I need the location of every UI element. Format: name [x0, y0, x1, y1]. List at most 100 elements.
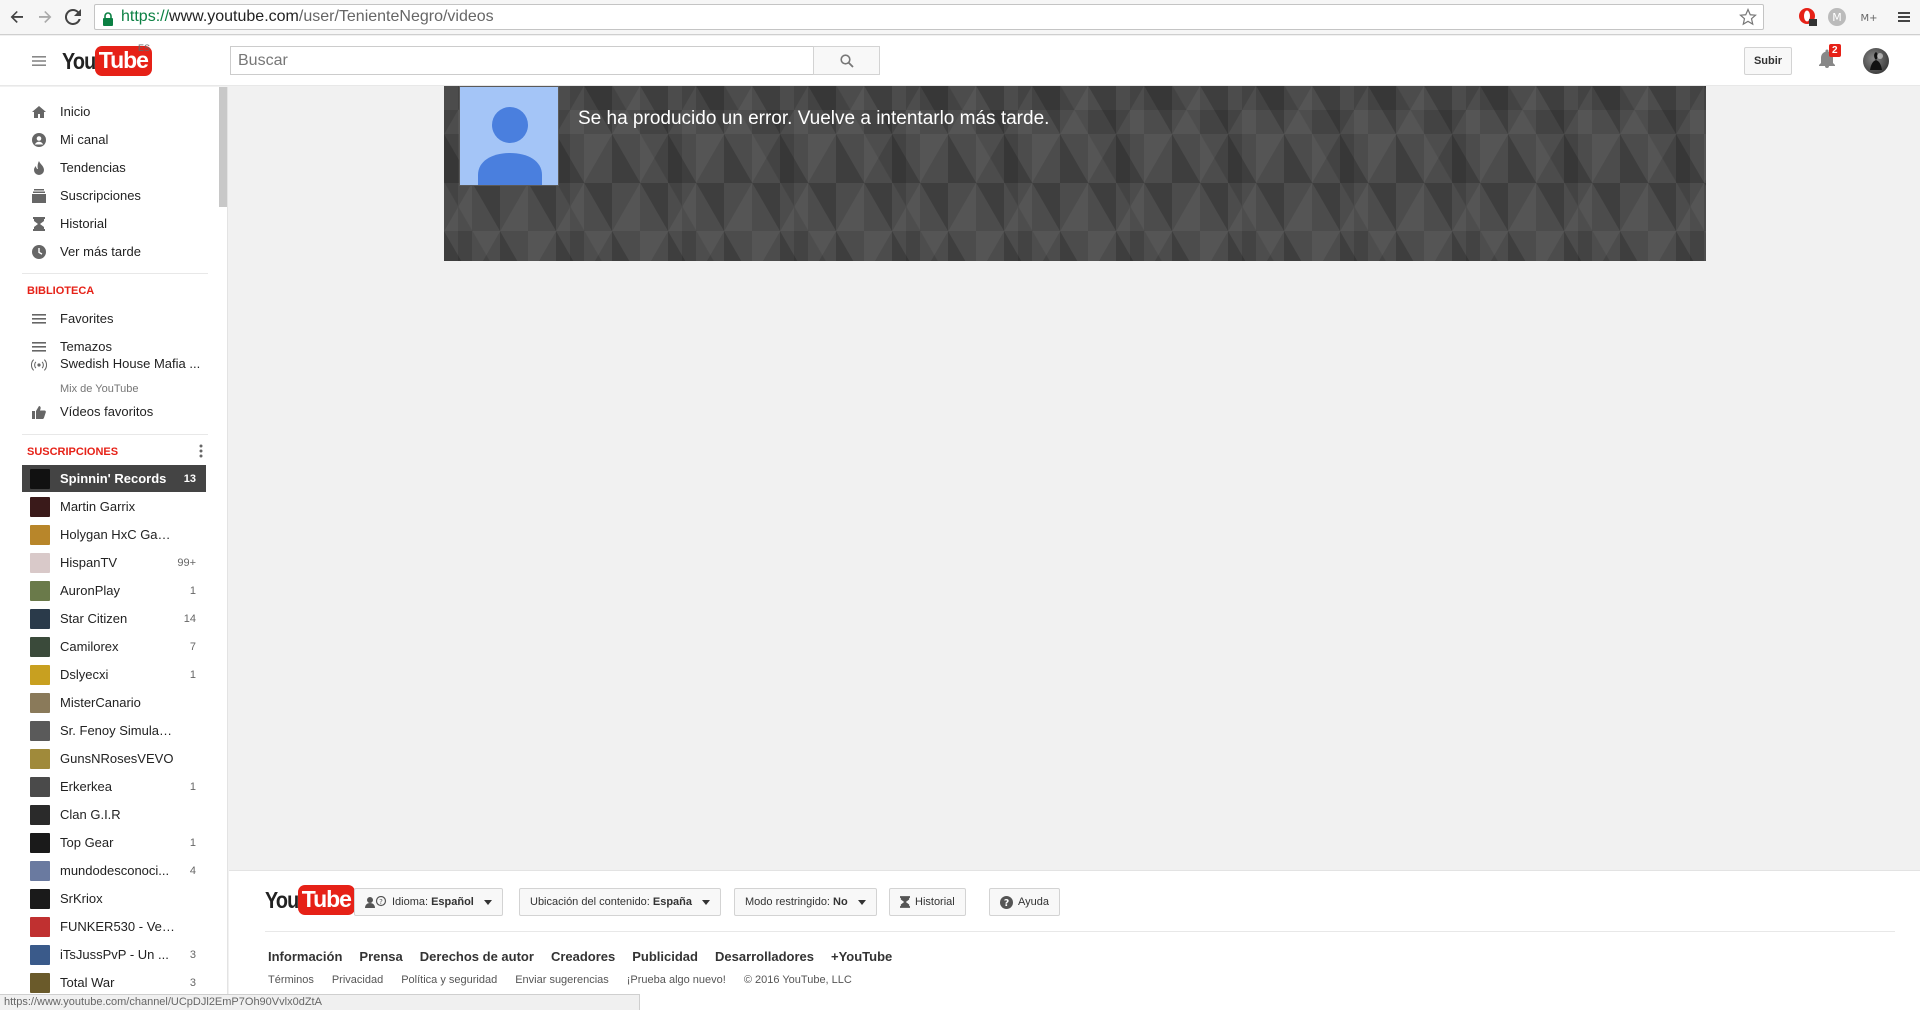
- channel-thumbnail: [30, 580, 50, 601]
- footer-youtube-logo[interactable]: You Tube: [265, 885, 355, 915]
- subscription-item[interactable]: Top Gear 1: [22, 829, 206, 856]
- channel-thumbnail: [30, 720, 50, 741]
- footer-help-button[interactable]: ? Ayuda: [989, 888, 1060, 916]
- footer-link-sugerencias[interactable]: Enviar sugerencias: [515, 974, 609, 986]
- footer-link-terminos[interactable]: Términos: [268, 974, 314, 986]
- sidebar-item-tendencias[interactable]: Tendencias: [22, 154, 206, 181]
- subscription-item[interactable]: mundodesconoci... 4: [22, 857, 206, 884]
- subscription-item[interactable]: iTsJussPvP - Un ... 3: [22, 941, 206, 968]
- footer-link-desarrolladores[interactable]: Desarrolladores: [715, 949, 814, 964]
- channel-avatar[interactable]: [459, 86, 559, 186]
- url-protocol: https://: [121, 8, 170, 25]
- channel-thumbnail: [30, 832, 50, 853]
- youtube-masthead: You Tube ES Buscar Subir 2: [0, 36, 1920, 86]
- youtube-logo[interactable]: You Tube ES: [62, 43, 152, 78]
- forward-button[interactable]: [34, 6, 56, 28]
- footer-logo-tube-text: Tube: [297, 885, 355, 915]
- footer-link-creadores[interactable]: Creadores: [551, 949, 615, 964]
- m-extension-icon[interactable]: M: [1827, 7, 1847, 27]
- subscription-item[interactable]: AuronPlay 1: [22, 577, 206, 604]
- subscription-label: Top Gear: [60, 835, 114, 850]
- subscription-item[interactable]: SrKriox: [22, 885, 206, 912]
- channel-thumbnail: [30, 692, 50, 713]
- address-bar[interactable]: https://www.youtube.com/user/TenienteNeg…: [94, 4, 1764, 30]
- upload-button[interactable]: Subir: [1744, 47, 1792, 75]
- footer-link-derechos[interactable]: Derechos de autor: [420, 949, 534, 964]
- restricted-mode-button[interactable]: Modo restringido: No: [734, 888, 877, 916]
- subscription-item[interactable]: Holygan HxC Gaming: [22, 521, 206, 548]
- subscription-label: Dslyecxi: [60, 667, 109, 682]
- sidebar-divider: [22, 434, 208, 435]
- default-user-icon: [478, 107, 542, 185]
- subscription-item[interactable]: Spinnin' Records 13: [22, 465, 206, 492]
- bookmark-star-icon[interactable]: [1739, 7, 1757, 29]
- sidebar-item-suscripciones[interactable]: Suscripciones: [22, 182, 206, 209]
- subscription-item[interactable]: Camilorex 7: [22, 633, 206, 660]
- subscription-item[interactable]: Clan G.I.R: [22, 801, 206, 828]
- subscription-item[interactable]: Total War 3: [22, 969, 206, 996]
- subscription-item[interactable]: Erkerkea 1: [22, 773, 206, 800]
- subscriptions-heading[interactable]: SUSCRIPCIONES: [27, 446, 118, 458]
- flame-icon: [31, 160, 47, 176]
- subscription-count: 99+: [177, 556, 196, 569]
- search-icon: [839, 53, 854, 68]
- back-button[interactable]: [6, 6, 28, 28]
- footer-link-informacion[interactable]: Información: [268, 949, 342, 964]
- subscriptions-more-icon[interactable]: [199, 443, 205, 459]
- sidebar-item-label: Inicio: [60, 104, 91, 119]
- footer-link-politica[interactable]: Política y seguridad: [401, 974, 497, 986]
- footer-history-button[interactable]: Historial: [889, 888, 966, 916]
- sidebar-item-favorites[interactable]: Favorites: [22, 305, 206, 332]
- language-speaker-icon: ?: [365, 896, 387, 908]
- footer-link-plus-youtube[interactable]: +YouTube: [831, 949, 892, 964]
- svg-text:M: M: [1832, 11, 1842, 24]
- mplus-extension-icon[interactable]: M+: [1859, 7, 1879, 27]
- sidebar-item-ver-mas-tarde[interactable]: Ver más tarde: [22, 238, 206, 265]
- subscription-item[interactable]: Star Citizen 14: [22, 605, 206, 632]
- channel-thumbnail: [30, 804, 50, 825]
- sidebar-scrollbar[interactable]: [219, 87, 227, 207]
- subscriptions-icon: [31, 188, 47, 204]
- library-heading[interactable]: BIBLIOTECA: [27, 285, 94, 297]
- subscription-item[interactable]: Sr. Fenoy Simulacione...: [22, 717, 206, 744]
- subscription-count: 3: [189, 976, 196, 989]
- logo-region-code: ES: [138, 43, 151, 53]
- sidebar-item-mix[interactable]: Swedish House Mafia ...: [22, 356, 206, 383]
- subscription-item[interactable]: FUNKER530 - Veteran ...: [22, 913, 206, 940]
- subscription-item[interactable]: MisterCanario: [22, 689, 206, 716]
- location-picker-button[interactable]: Ubicación del contenido: España: [519, 888, 721, 916]
- subscription-label: Star Citizen: [60, 611, 128, 626]
- search-input[interactable]: Buscar: [230, 46, 814, 75]
- hamburger-icon: [32, 56, 46, 66]
- reload-button[interactable]: [62, 6, 84, 28]
- footer-link-publicidad[interactable]: Publicidad: [632, 949, 698, 964]
- opera-extension-icon[interactable]: [1798, 7, 1818, 27]
- footer-link-prensa[interactable]: Prensa: [359, 949, 402, 964]
- sidebar-item-videos-favoritos[interactable]: Vídeos favoritos: [22, 398, 206, 425]
- subscription-item[interactable]: Dslyecxi 1: [22, 661, 206, 688]
- guide-menu-button[interactable]: [30, 52, 48, 70]
- account-avatar[interactable]: [1863, 48, 1889, 74]
- subscription-item[interactable]: GunsNRosesVEVO: [22, 745, 206, 772]
- browser-menu-icon[interactable]: [1894, 7, 1914, 27]
- channel-thumbnail: [30, 944, 50, 965]
- sidebar-item-inicio[interactable]: Inicio: [22, 98, 206, 125]
- subscription-label: Martin Garrix: [60, 499, 136, 514]
- help-label: Ayuda: [1018, 896, 1049, 908]
- footer-link-privacidad[interactable]: Privacidad: [332, 974, 383, 986]
- sidebar-item-historial[interactable]: Historial: [22, 210, 206, 237]
- language-picker-button[interactable]: ? Idioma: Español: [354, 888, 503, 916]
- page-footer: You Tube ? Idioma: Español Ubicación del …: [229, 870, 1920, 1010]
- channel-header-banner: Se ha producido un error. Vuelve a inten…: [444, 86, 1706, 261]
- footer-link-prueba[interactable]: ¡Prueba algo nuevo!: [627, 974, 726, 986]
- browser-toolbar: https://www.youtube.com/user/TenienteNeg…: [0, 0, 1920, 35]
- sidebar-item-mi-canal[interactable]: Mi canal: [22, 126, 206, 153]
- subscription-item[interactable]: HispanTV 99+: [22, 549, 206, 576]
- channel-thumbnail: [30, 608, 50, 629]
- channel-thumbnail: [30, 524, 50, 545]
- restricted-label: Modo restringido:: [745, 896, 830, 908]
- caret-down-icon: [483, 899, 492, 905]
- channel-thumbnail: [30, 496, 50, 517]
- search-button[interactable]: [813, 46, 880, 75]
- subscription-item[interactable]: Martin Garrix: [22, 493, 206, 520]
